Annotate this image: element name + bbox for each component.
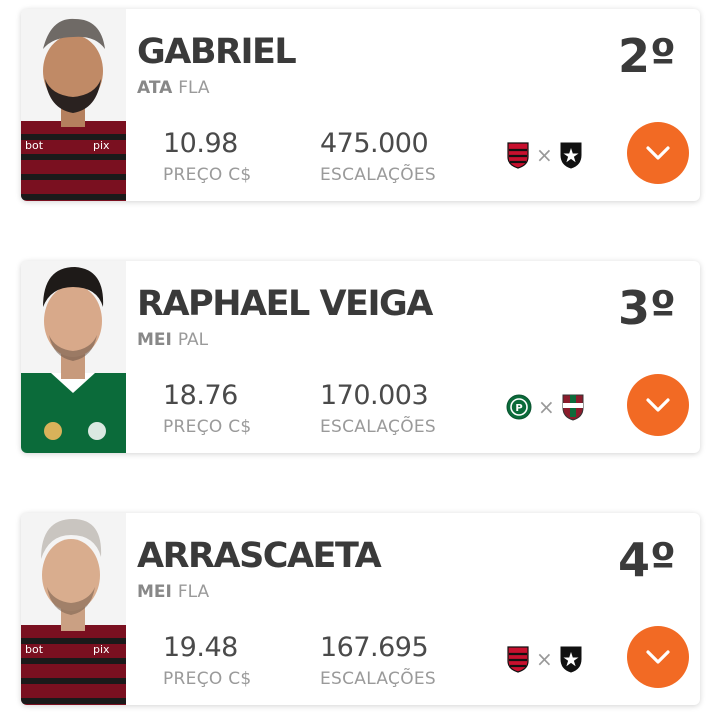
price-value: 10.98	[163, 128, 238, 159]
player-club: FLA	[178, 78, 210, 98]
next-match: ×	[506, 141, 583, 169]
player-name: RAPHAEL VEIGA	[137, 284, 433, 324]
player-name: GABRIEL	[137, 32, 297, 72]
chevron-down-icon	[646, 146, 670, 160]
escalacoes-label: ESCALAÇÕES	[320, 417, 437, 437]
player-card[interactable]: RAPHAEL VEIGA MEI PAL 3º 18.76 PREÇO C$ 1…	[21, 261, 700, 453]
player-club: PAL	[177, 330, 209, 350]
escalacoes-value: 170.003	[320, 380, 429, 411]
price-value: 18.76	[163, 380, 238, 411]
player-photo: bot pix	[21, 513, 126, 705]
player-position: MEI	[137, 582, 172, 602]
svg-text:bot: bot	[25, 643, 44, 656]
chevron-down-icon	[646, 650, 670, 664]
flamengo-crest-icon	[507, 646, 529, 673]
player-rank: 3º	[618, 281, 676, 335]
player-club: FLA	[177, 582, 210, 602]
player-card[interactable]: bot pix ARRASCAETA MEI FLA 4º 19.48 PREÇO…	[21, 513, 700, 705]
price-label: PREÇO C$	[163, 417, 252, 437]
player-name: ARRASCAETA	[137, 536, 382, 576]
next-match: ×	[506, 645, 583, 673]
chevron-down-icon	[646, 398, 670, 412]
expand-button[interactable]	[627, 374, 689, 436]
player-card[interactable]: bot pix GABRIEL ATA FLA 2º 10.98 PREÇO C$…	[21, 9, 700, 201]
svg-text:pix: pix	[93, 643, 110, 656]
price-label: PREÇO C$	[163, 165, 252, 185]
flamengo-crest-icon	[507, 142, 529, 169]
escalacoes-value: 475.000	[320, 128, 429, 159]
botafogo-crest-icon	[560, 142, 582, 169]
palmeiras-crest-icon: P	[506, 394, 532, 420]
botafogo-crest-icon	[560, 646, 582, 673]
versus-separator: ×	[538, 395, 555, 419]
price-value: 19.48	[163, 632, 238, 663]
escalacoes-label: ESCALAÇÕES	[320, 165, 437, 185]
versus-separator: ×	[536, 647, 553, 671]
position-club: ATA FLA	[137, 80, 210, 97]
price-label: PREÇO C$	[163, 669, 252, 689]
player-rank: 4º	[618, 533, 676, 587]
position-club: MEI PAL	[137, 332, 208, 349]
svg-text:bot: bot	[25, 139, 44, 152]
player-photo	[21, 261, 126, 453]
position-club: MEI FLA	[137, 584, 209, 601]
svg-text:P: P	[515, 403, 522, 414]
player-position: MEI	[137, 330, 172, 350]
versus-separator: ×	[536, 143, 553, 167]
expand-button[interactable]	[627, 626, 689, 688]
player-photo: bot pix	[21, 9, 126, 201]
player-rank: 2º	[618, 29, 676, 83]
expand-button[interactable]	[627, 122, 689, 184]
escalacoes-value: 167.695	[320, 632, 429, 663]
player-position: ATA	[137, 78, 173, 98]
svg-text:pix: pix	[93, 139, 110, 152]
escalacoes-label: ESCALAÇÕES	[320, 669, 437, 689]
fluminense-crest-icon	[562, 394, 584, 421]
next-match: P ×	[506, 393, 585, 421]
